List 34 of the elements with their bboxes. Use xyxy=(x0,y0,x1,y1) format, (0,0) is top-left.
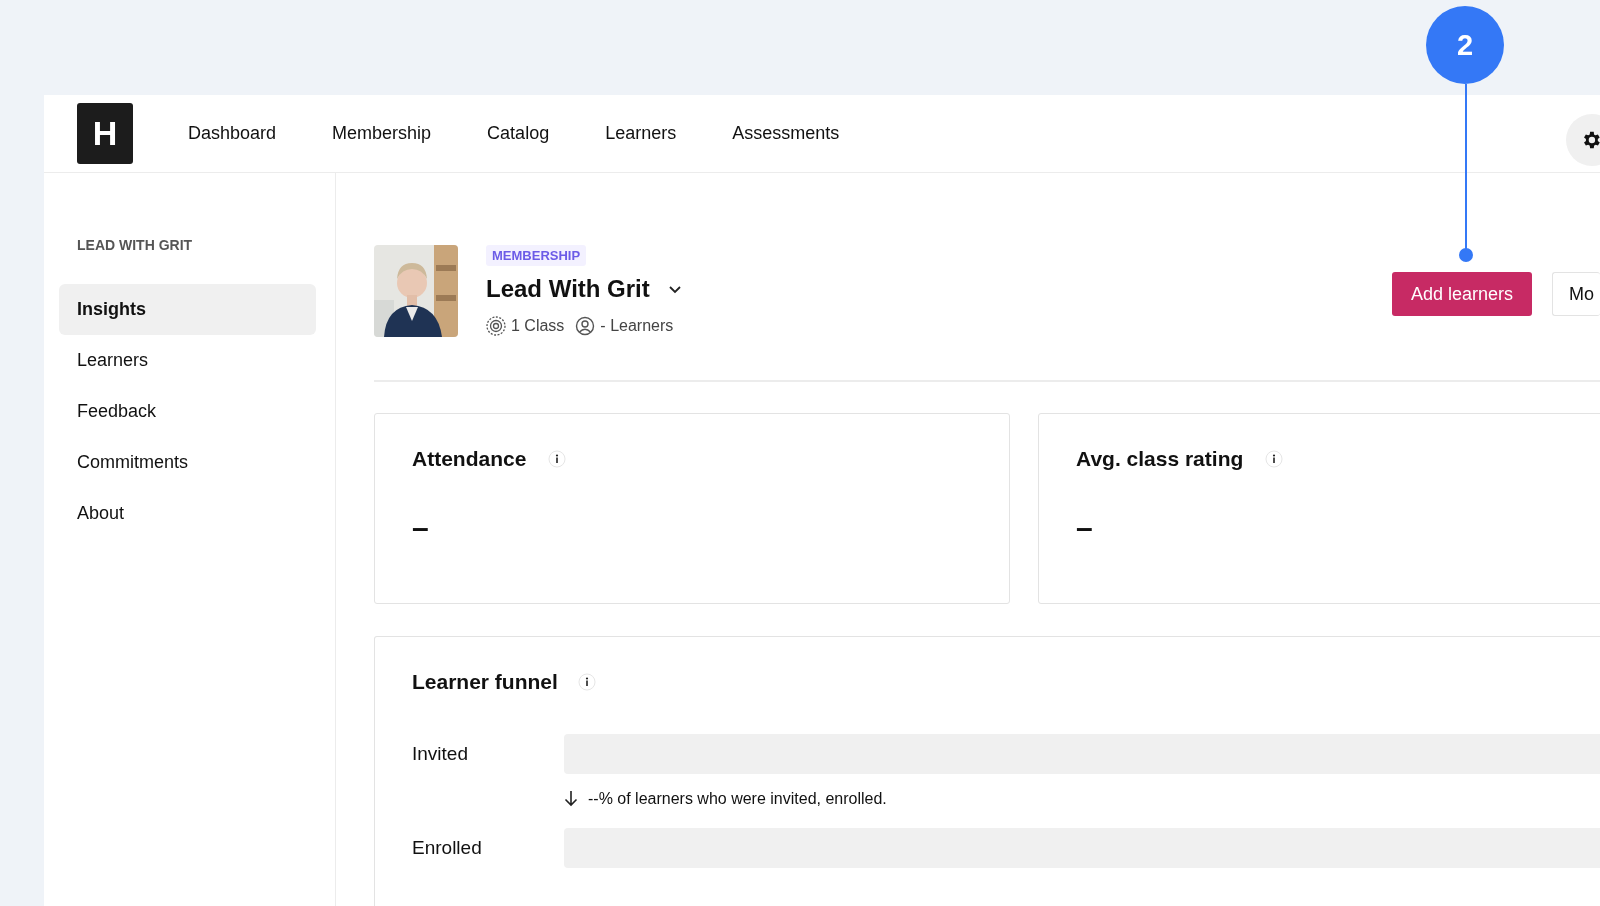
secondary-button[interactable]: Mo xyxy=(1552,272,1600,316)
user-icon xyxy=(575,316,596,336)
nav-link[interactable]: Catalog xyxy=(487,123,550,144)
nav-link[interactable]: Learners xyxy=(605,123,677,144)
card-title: Learner funnel xyxy=(412,670,558,694)
sidebar-item[interactable]: About xyxy=(59,488,316,539)
stat-value: – xyxy=(412,511,430,545)
stat-value: – xyxy=(1076,511,1094,545)
card-title: Attendance xyxy=(412,447,527,471)
nav-link[interactable]: Dashboard xyxy=(188,123,277,144)
course-title: Lead With Grit xyxy=(486,275,650,303)
sidebar-item[interactable]: Feedback xyxy=(59,386,316,437)
logo[interactable]: H xyxy=(77,103,133,164)
class-count: 1 Class xyxy=(511,317,565,335)
membership-badge: MEMBERSHIP xyxy=(486,245,587,266)
stage-label: Invited xyxy=(412,743,469,765)
conversion-note: --% of learners who were invited, enrolled. xyxy=(588,789,887,808)
sidebar-item[interactable]: Insights xyxy=(59,284,316,335)
info-icon[interactable] xyxy=(1265,450,1284,468)
stage-label: Enrolled xyxy=(412,837,483,859)
info-icon[interactable] xyxy=(548,450,567,468)
sidebar-item[interactable]: Learners xyxy=(59,335,316,386)
chevron-down-icon[interactable] xyxy=(667,284,682,294)
step-marker: 2 xyxy=(1426,6,1504,84)
card-title: Avg. class rating xyxy=(1076,447,1244,471)
info-icon[interactable] xyxy=(577,673,596,691)
sidebar-title: LEAD WITH GRIT xyxy=(77,237,194,253)
target-icon xyxy=(486,316,506,336)
learner-count: - Learners xyxy=(600,317,674,335)
sidebar-item[interactable]: Commitments xyxy=(59,437,316,488)
arrow-down-icon xyxy=(564,790,578,807)
add-learners-button[interactable]: Add learners xyxy=(1391,272,1532,316)
nav-link[interactable]: Membership xyxy=(332,123,432,144)
nav-link[interactable]: Assessments xyxy=(732,123,840,144)
